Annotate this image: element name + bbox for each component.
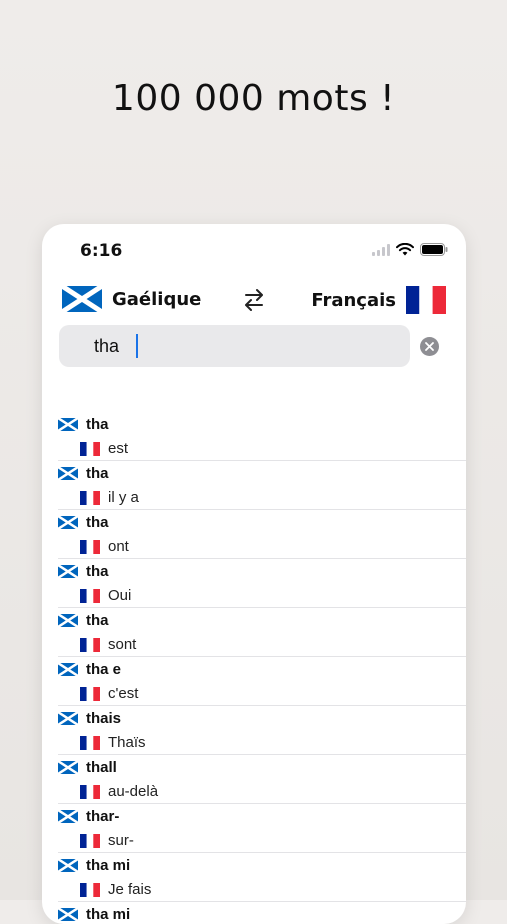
- france-flag-icon: [80, 637, 100, 652]
- source-term: tha e: [58, 661, 121, 678]
- result-row[interactable]: thar-sur-: [58, 804, 466, 853]
- source-word: thais: [86, 710, 122, 727]
- france-flag-icon: [80, 588, 100, 603]
- target-term: sont: [80, 636, 136, 653]
- target-term: il y a: [80, 489, 139, 506]
- source-word: tha: [86, 514, 109, 531]
- language-bar: Gaélique Français: [42, 282, 466, 318]
- search-input[interactable]: [59, 325, 410, 367]
- wifi-icon: [396, 243, 414, 256]
- source-word: tha mi: [86, 906, 131, 923]
- source-language-label: Gaélique: [112, 288, 202, 310]
- scotland-flag-icon: [58, 908, 78, 921]
- result-row[interactable]: thall au-delà: [58, 755, 466, 804]
- france-flag-icon: [406, 286, 446, 314]
- scotland-flag-icon: [58, 467, 78, 480]
- source-term: tha: [58, 563, 109, 580]
- scotland-flag-icon: [62, 286, 102, 312]
- swap-arrows-icon[interactable]: [242, 287, 266, 313]
- france-flag-icon: [80, 490, 100, 505]
- translation-word: il y a: [108, 489, 139, 506]
- scotland-flag-icon: [58, 810, 78, 823]
- translation-word: Oui: [108, 587, 132, 604]
- translation-word: Thaïs: [108, 734, 146, 751]
- result-row[interactable]: thais Thaïs: [58, 706, 466, 755]
- scotland-flag-icon: [58, 761, 78, 774]
- source-word: tha: [86, 612, 109, 629]
- source-term: tha mi: [58, 857, 130, 874]
- source-word: thar-: [86, 808, 120, 825]
- source-word: tha: [86, 465, 109, 482]
- target-term: c'est: [80, 685, 138, 702]
- source-word: tha: [86, 416, 109, 433]
- source-language-button[interactable]: Gaélique: [62, 286, 201, 312]
- source-term: tha mi: [58, 906, 130, 923]
- source-word: thall: [86, 759, 117, 776]
- result-row[interactable]: tha mi: [58, 902, 466, 924]
- scotland-flag-icon: [58, 712, 78, 725]
- scotland-flag-icon: [58, 614, 78, 627]
- source-term: tha: [58, 612, 109, 629]
- scotland-flag-icon: [58, 418, 78, 431]
- phone-screen: 6:16 Gaélique Français tha tha est tha i…: [42, 224, 466, 924]
- status-time: 6:16: [80, 241, 123, 261]
- result-row[interactable]: tha sont: [58, 608, 466, 657]
- translation-word: Je fais: [108, 881, 152, 898]
- translation-word: c'est: [108, 685, 139, 702]
- status-icons: [372, 243, 448, 256]
- source-term: tha: [58, 416, 109, 433]
- source-word: tha e: [86, 661, 122, 678]
- translation-word: ont: [108, 538, 129, 555]
- clear-icon: [425, 342, 434, 351]
- result-row[interactable]: tha mi Je fais: [58, 853, 466, 902]
- result-row[interactable]: tha il y a: [58, 461, 466, 510]
- source-term: thar-: [58, 808, 119, 825]
- target-term: Thaïs: [80, 734, 146, 751]
- translation-word: au-delà: [108, 783, 159, 800]
- france-flag-icon: [80, 833, 100, 848]
- translation-word: est: [108, 440, 129, 457]
- result-row[interactable]: tha Oui: [58, 559, 466, 608]
- source-term: tha: [58, 514, 109, 531]
- source-term: tha: [58, 465, 109, 482]
- result-row[interactable]: tha ont: [58, 510, 466, 559]
- france-flag-icon: [80, 735, 100, 750]
- target-term: Je fais: [80, 881, 151, 898]
- target-term: au-delà: [80, 783, 158, 800]
- target-term: Oui: [80, 587, 131, 604]
- source-word: tha: [86, 563, 109, 580]
- search-row: [59, 325, 449, 367]
- result-row[interactable]: tha e c'est: [58, 657, 466, 706]
- target-language-label: Français: [311, 289, 396, 311]
- scotland-flag-icon: [58, 859, 78, 872]
- battery-icon: [420, 243, 448, 256]
- target-term: ont: [80, 538, 129, 555]
- result-row[interactable]: tha est: [58, 412, 466, 461]
- translation-word: sont: [108, 636, 137, 653]
- scotland-flag-icon: [58, 663, 78, 676]
- scotland-flag-icon: [58, 516, 78, 529]
- france-flag-icon: [80, 441, 100, 456]
- source-word: tha mi: [86, 857, 131, 874]
- translation-word: sur-: [108, 832, 134, 849]
- text-caret: [136, 334, 138, 358]
- results-list: tha est tha il y a tha ont tha Oui tha sont tha e c…: [42, 412, 466, 924]
- scotland-flag-icon: [58, 565, 78, 578]
- clear-search-button[interactable]: [420, 337, 439, 356]
- source-term: thall: [58, 759, 117, 776]
- signal-icon: [372, 243, 390, 256]
- target-term: sur-: [80, 832, 134, 849]
- france-flag-icon: [80, 539, 100, 554]
- france-flag-icon: [80, 686, 100, 701]
- target-term: est: [80, 440, 128, 457]
- target-language-button[interactable]: Français: [311, 286, 446, 314]
- source-term: thais: [58, 710, 121, 727]
- status-bar: 6:16: [42, 224, 466, 276]
- headline: 100 000 mots !: [111, 78, 396, 119]
- france-flag-icon: [80, 882, 100, 897]
- france-flag-icon: [80, 784, 100, 799]
